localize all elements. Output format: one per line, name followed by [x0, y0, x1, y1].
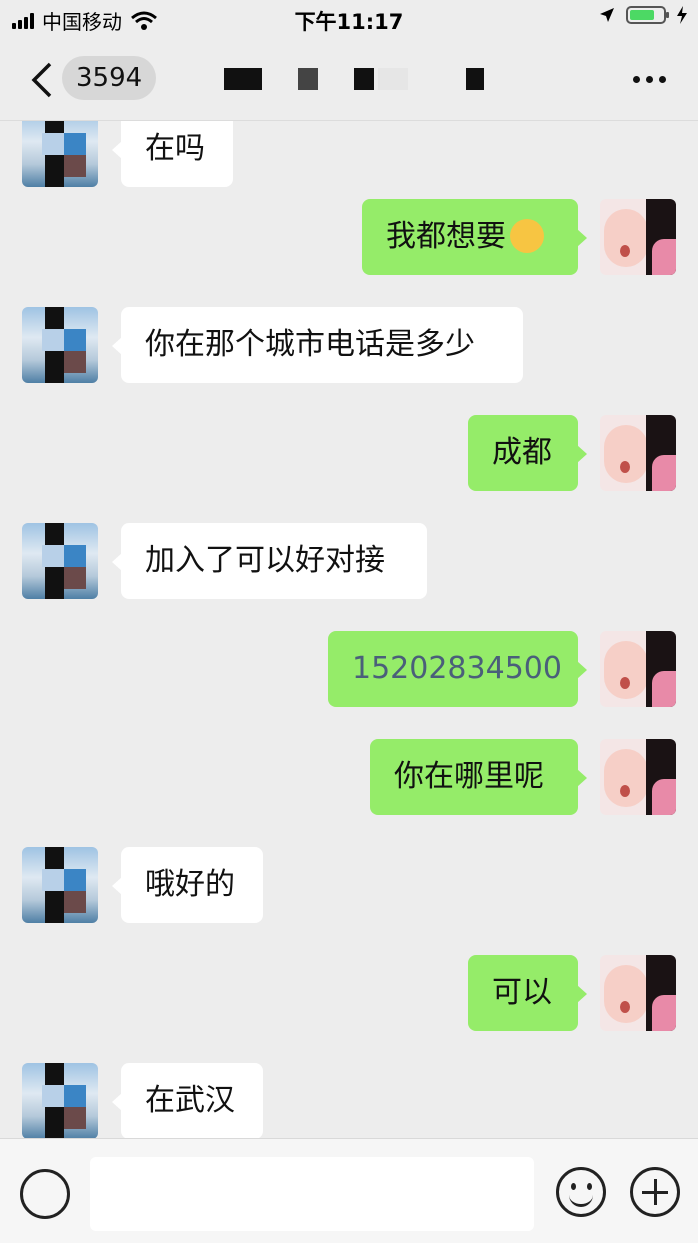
my-avatar[interactable] — [600, 739, 676, 815]
emoji-icon[interactable] — [556, 1167, 606, 1217]
incoming-message-bubble[interactable]: 在武汉 — [112, 1063, 263, 1138]
status-time: 下午11:17 — [294, 10, 404, 34]
incoming-message-bubble[interactable]: 加入了可以好对接 — [112, 523, 427, 599]
charging-bolt-icon — [677, 6, 687, 24]
message-text: 可以 — [492, 975, 552, 1010]
status-right — [598, 6, 688, 24]
my-avatar[interactable] — [600, 199, 676, 275]
location-arrow-icon — [600, 8, 614, 22]
message-text: 加入了可以好对接 — [145, 543, 385, 578]
status-bar: 中国移动 下午11:17 — [0, 0, 698, 38]
my-avatar[interactable] — [600, 415, 676, 491]
back-chevron-icon[interactable] — [28, 60, 56, 100]
chat-header: 3594 — [0, 38, 698, 121]
message-text: 你在那个城市电话是多少 — [145, 327, 475, 362]
input-bar — [0, 1138, 698, 1243]
message-text: 我都想要 — [386, 219, 506, 254]
message-text: 你在哪里呢 — [394, 759, 544, 794]
my-avatar[interactable] — [600, 955, 676, 1031]
voice-input-icon[interactable] — [20, 1169, 70, 1219]
incoming-message-bubble[interactable]: 在吗 — [112, 121, 233, 187]
message-text: 哦好的 — [145, 867, 235, 902]
outgoing-message-bubble[interactable]: 我都想要 — [362, 199, 587, 275]
contact-avatar[interactable] — [22, 121, 98, 187]
facepalm-emoji-icon — [510, 218, 544, 253]
outgoing-message-bubble[interactable]: 可以 — [468, 955, 587, 1031]
message-text: 在吗 — [145, 131, 205, 166]
more-options-icon[interactable] — [633, 76, 666, 83]
message-text: 15202834500 — [352, 651, 562, 686]
message-text: 成都 — [492, 435, 552, 470]
incoming-message-bubble[interactable]: 你在那个城市电话是多少 — [112, 307, 523, 383]
contact-avatar[interactable] — [22, 307, 98, 383]
my-avatar[interactable] — [600, 631, 676, 707]
outgoing-message-bubble[interactable]: 你在哪里呢 — [370, 739, 587, 815]
battery-icon — [626, 6, 669, 24]
chat-title-redacted — [220, 68, 490, 94]
incoming-message-bubble[interactable]: 哦好的 — [112, 847, 263, 923]
contact-avatar[interactable] — [22, 847, 98, 923]
plus-icon[interactable] — [630, 1167, 680, 1217]
unread-count-badge[interactable]: 3594 — [62, 56, 157, 100]
contact-avatar[interactable] — [22, 523, 98, 599]
outgoing-message-bubble[interactable]: 成都 — [468, 415, 587, 491]
message-list: 在吗我都想要你在那个城市电话是多少成都加入了可以好对接 15202834500 你在… — [0, 121, 698, 1138]
message-text: 在武汉 — [145, 1083, 235, 1118]
message-input[interactable] — [90, 1157, 534, 1231]
contact-avatar[interactable] — [22, 1063, 98, 1138]
outgoing-message-bubble[interactable]: 15202834500 — [328, 631, 587, 707]
